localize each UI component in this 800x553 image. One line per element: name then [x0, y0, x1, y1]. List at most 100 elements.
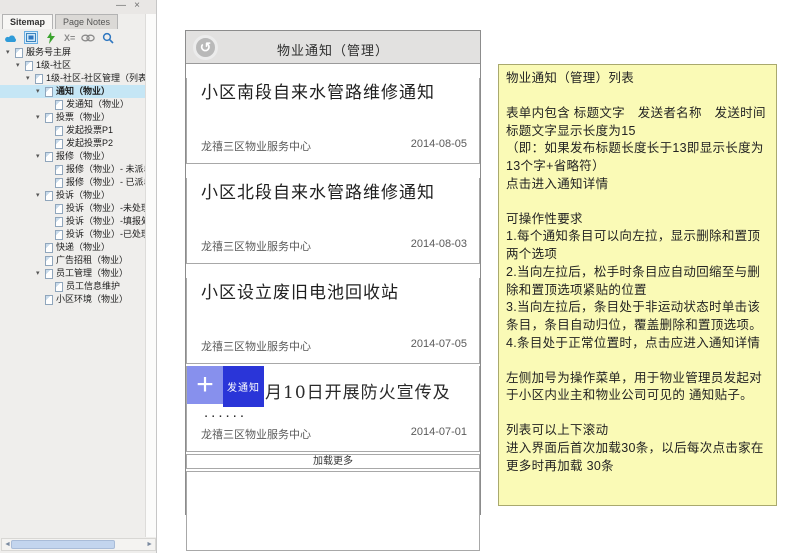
tree-item[interactable]: 发通知（物业）	[0, 98, 145, 111]
tree-item[interactable]: 快递（物业）	[0, 241, 145, 254]
sitemap-tree: ▾服务号主屏▾1级-社区▾1级-社区-社区管理（列表）▾通知（物业）发通知（物业…	[0, 46, 145, 535]
page-icon	[55, 139, 63, 149]
note-line: 点击进入通知详情	[506, 176, 769, 194]
phone-header: ↺ 物业通知（管理）	[186, 31, 480, 64]
tree-item-label: 员工信息维护	[66, 280, 120, 293]
panel-tabs: Sitemap Page Notes	[2, 14, 118, 29]
tree-item[interactable]: 报修（物业）- 已派单	[0, 176, 145, 189]
page-icon	[55, 126, 63, 136]
note-line: 表单内包含 标题文字 发送者名称 发送时间	[506, 105, 769, 123]
tree-item[interactable]: ▾1级-社区	[0, 59, 145, 72]
notice-item[interactable]: 小区北段自来水管路维修通知 龙禧三区物业服务中心 2014-08-03	[186, 178, 480, 264]
variables-icon[interactable]: X=	[64, 33, 75, 43]
tree-item-label: 投诉（物业）	[56, 189, 110, 202]
tree-item-label: 快递（物业）	[56, 241, 110, 254]
diagram-icon[interactable]	[24, 31, 38, 44]
phone-mockup: ↺ 物业通知（管理） 小区南段自来水管路维修通知 龙禧三区物业服务中心 2014…	[185, 30, 481, 515]
tab-sitemap[interactable]: Sitemap	[2, 14, 53, 29]
page-icon	[45, 113, 53, 123]
tree-item[interactable]: 报修（物业）- 未派单	[0, 163, 145, 176]
sidebar-horizontal-scrollbar[interactable]: ◄ ►	[1, 538, 156, 551]
scrollbar-thumb[interactable]	[11, 540, 115, 549]
tree-item-label: 投诉（物业）-填报处理结果	[66, 215, 145, 228]
search-icon[interactable]	[101, 31, 115, 44]
send-notice-button[interactable]: 发通知	[223, 366, 264, 407]
lightning-icon[interactable]	[44, 31, 58, 44]
notice-item[interactable]: + 发通知 月10日开展防火宣传及 ...... 龙禧三区物业服务中心 2014…	[186, 366, 480, 452]
tree-item[interactable]: 发起投票P2	[0, 137, 145, 150]
page-icon	[55, 204, 63, 214]
expand-arrow-icon[interactable]: ▾	[6, 46, 15, 59]
tree-item[interactable]: 广告招租（物业）	[0, 254, 145, 267]
sitemap-toolbar: X=	[4, 30, 115, 45]
tree-item[interactable]: 员工信息维护	[0, 280, 145, 293]
expand-arrow-icon[interactable]: ▾	[36, 150, 45, 163]
add-notice-button[interactable]: +	[187, 366, 223, 404]
tree-item[interactable]: 小区环境（物业）	[0, 293, 145, 306]
tree-item[interactable]: ▾投票（物业）	[0, 111, 145, 124]
note-line: 3.当向左拉后，条目处于非运动状态时单击该条目，条目自动归位，覆盖删除和置顶选项…	[506, 299, 769, 335]
page-icon	[55, 165, 63, 175]
notice-item[interactable]: 小区南段自来水管路维修通知 龙禧三区物业服务中心 2014-08-05	[186, 78, 480, 164]
notice-title: 小区设立废旧电池回收站	[201, 278, 465, 303]
notice-date: 2014-07-05	[411, 338, 467, 354]
tree-item[interactable]: ▾报修（物业）	[0, 150, 145, 163]
tab-page-notes[interactable]: Page Notes	[55, 14, 118, 29]
tree-item[interactable]: ▾员工管理（物业）	[0, 267, 145, 280]
page-icon	[25, 61, 33, 71]
expand-arrow-icon[interactable]: ▾	[36, 267, 45, 280]
sidebar-vertical-scrollbar[interactable]	[145, 14, 156, 537]
close-icon[interactable]: ×	[134, 0, 140, 12]
page-icon	[45, 295, 53, 305]
link-icon[interactable]	[81, 31, 95, 44]
tree-item-label: 报修（物业）- 已派单	[66, 176, 145, 189]
tree-item-label: 投诉（物业）-未处理	[66, 202, 145, 215]
notice-sender: 龙禧三区物业服务中心	[201, 238, 311, 254]
note-line: 物业通知（管理）列表	[506, 70, 769, 88]
notice-title: 小区北段自来水管路维修通知	[201, 178, 465, 203]
tree-item[interactable]: 投诉（物业）-已处理等待用	[0, 228, 145, 241]
tree-item[interactable]: 投诉（物业）-未处理	[0, 202, 145, 215]
notes-content: 物业通知（管理）列表表单内包含 标题文字 发送者名称 发送时间标题文字显示长度为…	[506, 70, 769, 475]
tree-item[interactable]: 发起投票P1	[0, 124, 145, 137]
tree-item[interactable]: ▾ 1级-社区-社区管理（列表）	[0, 72, 145, 85]
tree-item-label: 发起投票P2	[66, 137, 113, 150]
expand-arrow-icon[interactable]: ▾	[36, 111, 45, 124]
tree-item[interactable]: ▾通知（物业）	[0, 85, 145, 98]
tree-item-label: 1级-社区-社区管理（列表）	[46, 72, 145, 85]
scroll-left-icon[interactable]: ◄	[4, 540, 11, 550]
cloud-icon[interactable]	[4, 31, 18, 44]
scroll-right-icon[interactable]: ►	[146, 540, 153, 550]
tree-item[interactable]: ▾服务号主屏	[0, 46, 145, 59]
note-line	[506, 353, 769, 370]
notice-sender: 龙禧三区物业服务中心	[201, 338, 311, 354]
note-line: （即：如果发布标题长度长于13即显示长度为13个字+省略符）	[506, 140, 769, 176]
tree-item[interactable]: ▾ 投诉（物业）	[0, 189, 145, 202]
notice-item[interactable]: 小区设立废旧电池回收站 龙禧三区物业服务中心 2014-07-05	[186, 278, 480, 364]
page-icon	[45, 256, 53, 266]
page-icon	[45, 152, 53, 162]
load-more-button[interactable]: 加载更多	[186, 454, 480, 469]
sitemap-panel: — × Sitemap Page Notes X= ▾服务	[0, 0, 157, 553]
note-line: 4.条目处于正常位置时，点击应进入通知详情	[506, 335, 769, 353]
expand-arrow-icon[interactable]: ▾	[36, 189, 45, 202]
tree-item-label: 发起投票P1	[66, 124, 113, 137]
expand-arrow-icon[interactable]: ▾	[16, 59, 25, 72]
expand-arrow-icon[interactable]: ▾	[26, 72, 35, 85]
notice-list: 小区南段自来水管路维修通知 龙禧三区物业服务中心 2014-08-05 小区北段…	[186, 64, 480, 514]
page-icon	[55, 178, 63, 188]
minimize-icon[interactable]: —	[116, 0, 126, 12]
tree-item-label: 发通知（物业）	[66, 98, 129, 111]
tree-item-label: 广告招租（物业）	[56, 254, 128, 267]
page-icon	[55, 100, 63, 110]
app-window: — × Sitemap Page Notes X= ▾服务	[0, 0, 800, 553]
page-icon	[45, 243, 53, 253]
panel-titlebar: — ×	[0, 0, 156, 14]
expand-arrow-icon[interactable]: ▾	[36, 85, 45, 98]
notice-date: 2014-07-01	[411, 426, 467, 442]
page-icon	[55, 282, 63, 292]
note-line: 进入界面后首次加载30条，以后每次点击家在更多时再加载 30条	[506, 440, 769, 476]
page-title: 物业通知（管理）	[186, 40, 480, 59]
tree-item[interactable]: 投诉（物业）-填报处理结果	[0, 215, 145, 228]
note-line: 1.每个通知条目可以向左拉，显示删除和置顶两个选项	[506, 228, 769, 264]
